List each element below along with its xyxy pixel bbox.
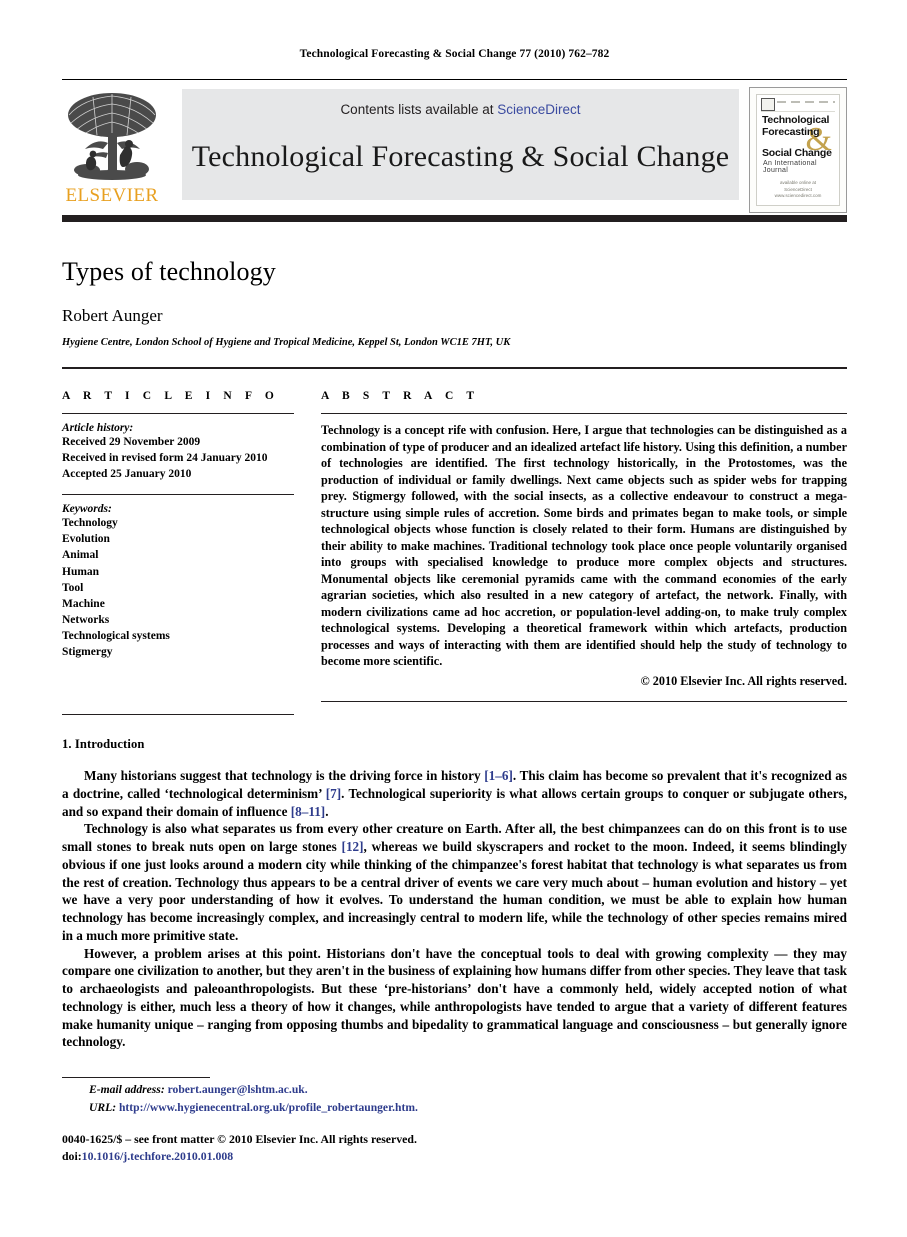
keywords-label: Keywords: — [62, 503, 112, 516]
cover-footer-line2: ScienceDirect — [784, 186, 812, 192]
journal-cover-topbar — [761, 98, 835, 112]
keywords-rule — [62, 494, 294, 496]
contents-available-line: Contents lists available at ScienceDirec… — [182, 89, 739, 117]
body-paragraph: However, a problem arises at this point.… — [62, 945, 847, 1050]
cover-title-line3: Social Change — [762, 147, 832, 159]
citation-link[interactable]: [7] — [326, 786, 341, 801]
keywords-block: Keywords: Technology Evolution Animal Hu… — [62, 503, 294, 660]
cover-subtitle: An International Journal — [763, 160, 817, 174]
doi-label: doi: — [62, 1148, 82, 1163]
issn-block: 0040-1625/$ – see front matter © 2010 El… — [62, 1131, 847, 1165]
journal-cover-thumbnail[interactable]: & Technological Forecasting Social Chang… — [749, 87, 847, 213]
doi-line: doi:10.1016/j.techfore.2010.01.008 — [62, 1148, 847, 1165]
footnote-rule — [62, 1076, 210, 1078]
article-history-item: Received in revised form 24 January 2010 — [62, 452, 268, 465]
footnote-email: E-mail address: robert.aunger@lshtm.ac.u… — [62, 1083, 847, 1096]
cover-footer-line3: www.sciencedirect.com — [774, 193, 822, 199]
page-footer: E-mail address: robert.aunger@lshtm.ac.u… — [62, 1076, 847, 1165]
running-head: Technological Forecasting & Social Chang… — [299, 48, 610, 60]
masthead-bottom-bar — [62, 215, 847, 222]
footnote-url: URL: http://www.hygienecentral.org.uk/pr… — [62, 1101, 847, 1114]
abstract-column: A B S T R A C T Technology is a concept … — [321, 390, 847, 715]
cover-title-line2: Forecasting — [762, 126, 820, 138]
article-info-heading: A R T I C L E I N F O — [62, 390, 279, 402]
body-paragraph: Many historians suggest that technology … — [62, 768, 847, 819]
abstract-heading: A B S T R A C T — [321, 390, 480, 402]
abstract-bottom-rule — [321, 700, 847, 702]
abstract-text: Technology is a concept rife with confus… — [321, 423, 847, 669]
cover-title-line1: Technological — [762, 114, 830, 126]
doi-link[interactable]: 10.1016/j.techfore.2010.01.008 — [82, 1149, 233, 1163]
keyword-item: Human — [62, 565, 100, 578]
section-paragraphs: Many historians suggest that technology … — [62, 767, 847, 1051]
journal-cover-inner: & Technological Forecasting Social Chang… — [756, 94, 840, 206]
title-block-rule — [62, 367, 847, 369]
issn-line: 0040-1625/$ – see front matter © 2010 El… — [62, 1131, 417, 1146]
elsevier-mark-icon — [761, 98, 775, 111]
introduction-section: 1. Introduction Many historians suggest … — [62, 737, 847, 1051]
cover-footer: available online at ScienceDirect www.sc… — [757, 180, 839, 200]
abstract-rule — [321, 413, 847, 414]
url-label: URL: — [89, 1100, 117, 1114]
keyword-item: Machine — [62, 597, 105, 610]
citation-link[interactable]: [8–11] — [291, 804, 325, 819]
contents-prefix: Contents lists available at — [340, 102, 498, 117]
section-heading: 1. Introduction — [62, 737, 145, 752]
article-info-column: A R T I C L E I N F O Article history: R… — [62, 390, 294, 716]
article-info-rule — [62, 413, 294, 414]
keyword-item: Technological systems — [62, 629, 170, 642]
info-abstract-columns: A R T I C L E I N F O Article history: R… — [62, 390, 847, 716]
abstract-copyright: © 2010 Elsevier Inc. All rights reserved… — [640, 673, 847, 688]
email-link[interactable]: robert.aunger@lshtm.ac.uk. — [168, 1083, 308, 1096]
url-link[interactable]: http://www.hygienecentral.org.uk/profile… — [119, 1101, 418, 1114]
article-info-bottom-rule — [62, 714, 294, 716]
keyword-item: Evolution — [62, 533, 110, 546]
page-content: Technological Forecasting & Social Chang… — [62, 0, 847, 1237]
keyword-item: Tool — [62, 581, 84, 594]
keyword-item: Networks — [62, 613, 110, 626]
cover-footer-line1: available online at — [779, 179, 817, 185]
article-history-item: Received 29 November 2009 — [62, 436, 201, 448]
elsevier-tree-icon — [68, 93, 156, 180]
author-name: Robert Aunger — [62, 306, 163, 325]
body-paragraph: Technology is also what separates us fro… — [62, 821, 847, 943]
journal-banner: Contents lists available at ScienceDirec… — [182, 89, 739, 200]
keyword-item: Stigmergy — [62, 646, 113, 659]
keyword-item: Animal — [62, 549, 99, 562]
journal-masthead: ELSEVIER Contents lists available at Sci… — [62, 79, 847, 213]
email-label: E-mail address: — [89, 1082, 165, 1096]
cover-placeholder-text — [777, 101, 835, 103]
sciencedirect-link[interactable]: ScienceDirect — [497, 102, 580, 117]
keyword-item: Technology — [62, 517, 118, 530]
journal-title: Technological Forecasting & Social Chang… — [191, 140, 730, 173]
elsevier-logo: ELSEVIER — [63, 87, 161, 207]
article-history-item: Accepted 25 January 2010 — [62, 468, 192, 481]
citation-link[interactable]: [1–6] — [484, 768, 513, 783]
citation-link[interactable]: [12] — [342, 839, 364, 854]
author-affiliation: Hygiene Centre, London School of Hygiene… — [62, 337, 511, 348]
article-history-label: Article history: — [62, 422, 134, 434]
page-title: Types of technology — [62, 257, 276, 286]
article-page: Technological Forecasting & Social Chang… — [0, 0, 907, 1237]
elsevier-wordmark: ELSEVIER — [65, 185, 159, 206]
